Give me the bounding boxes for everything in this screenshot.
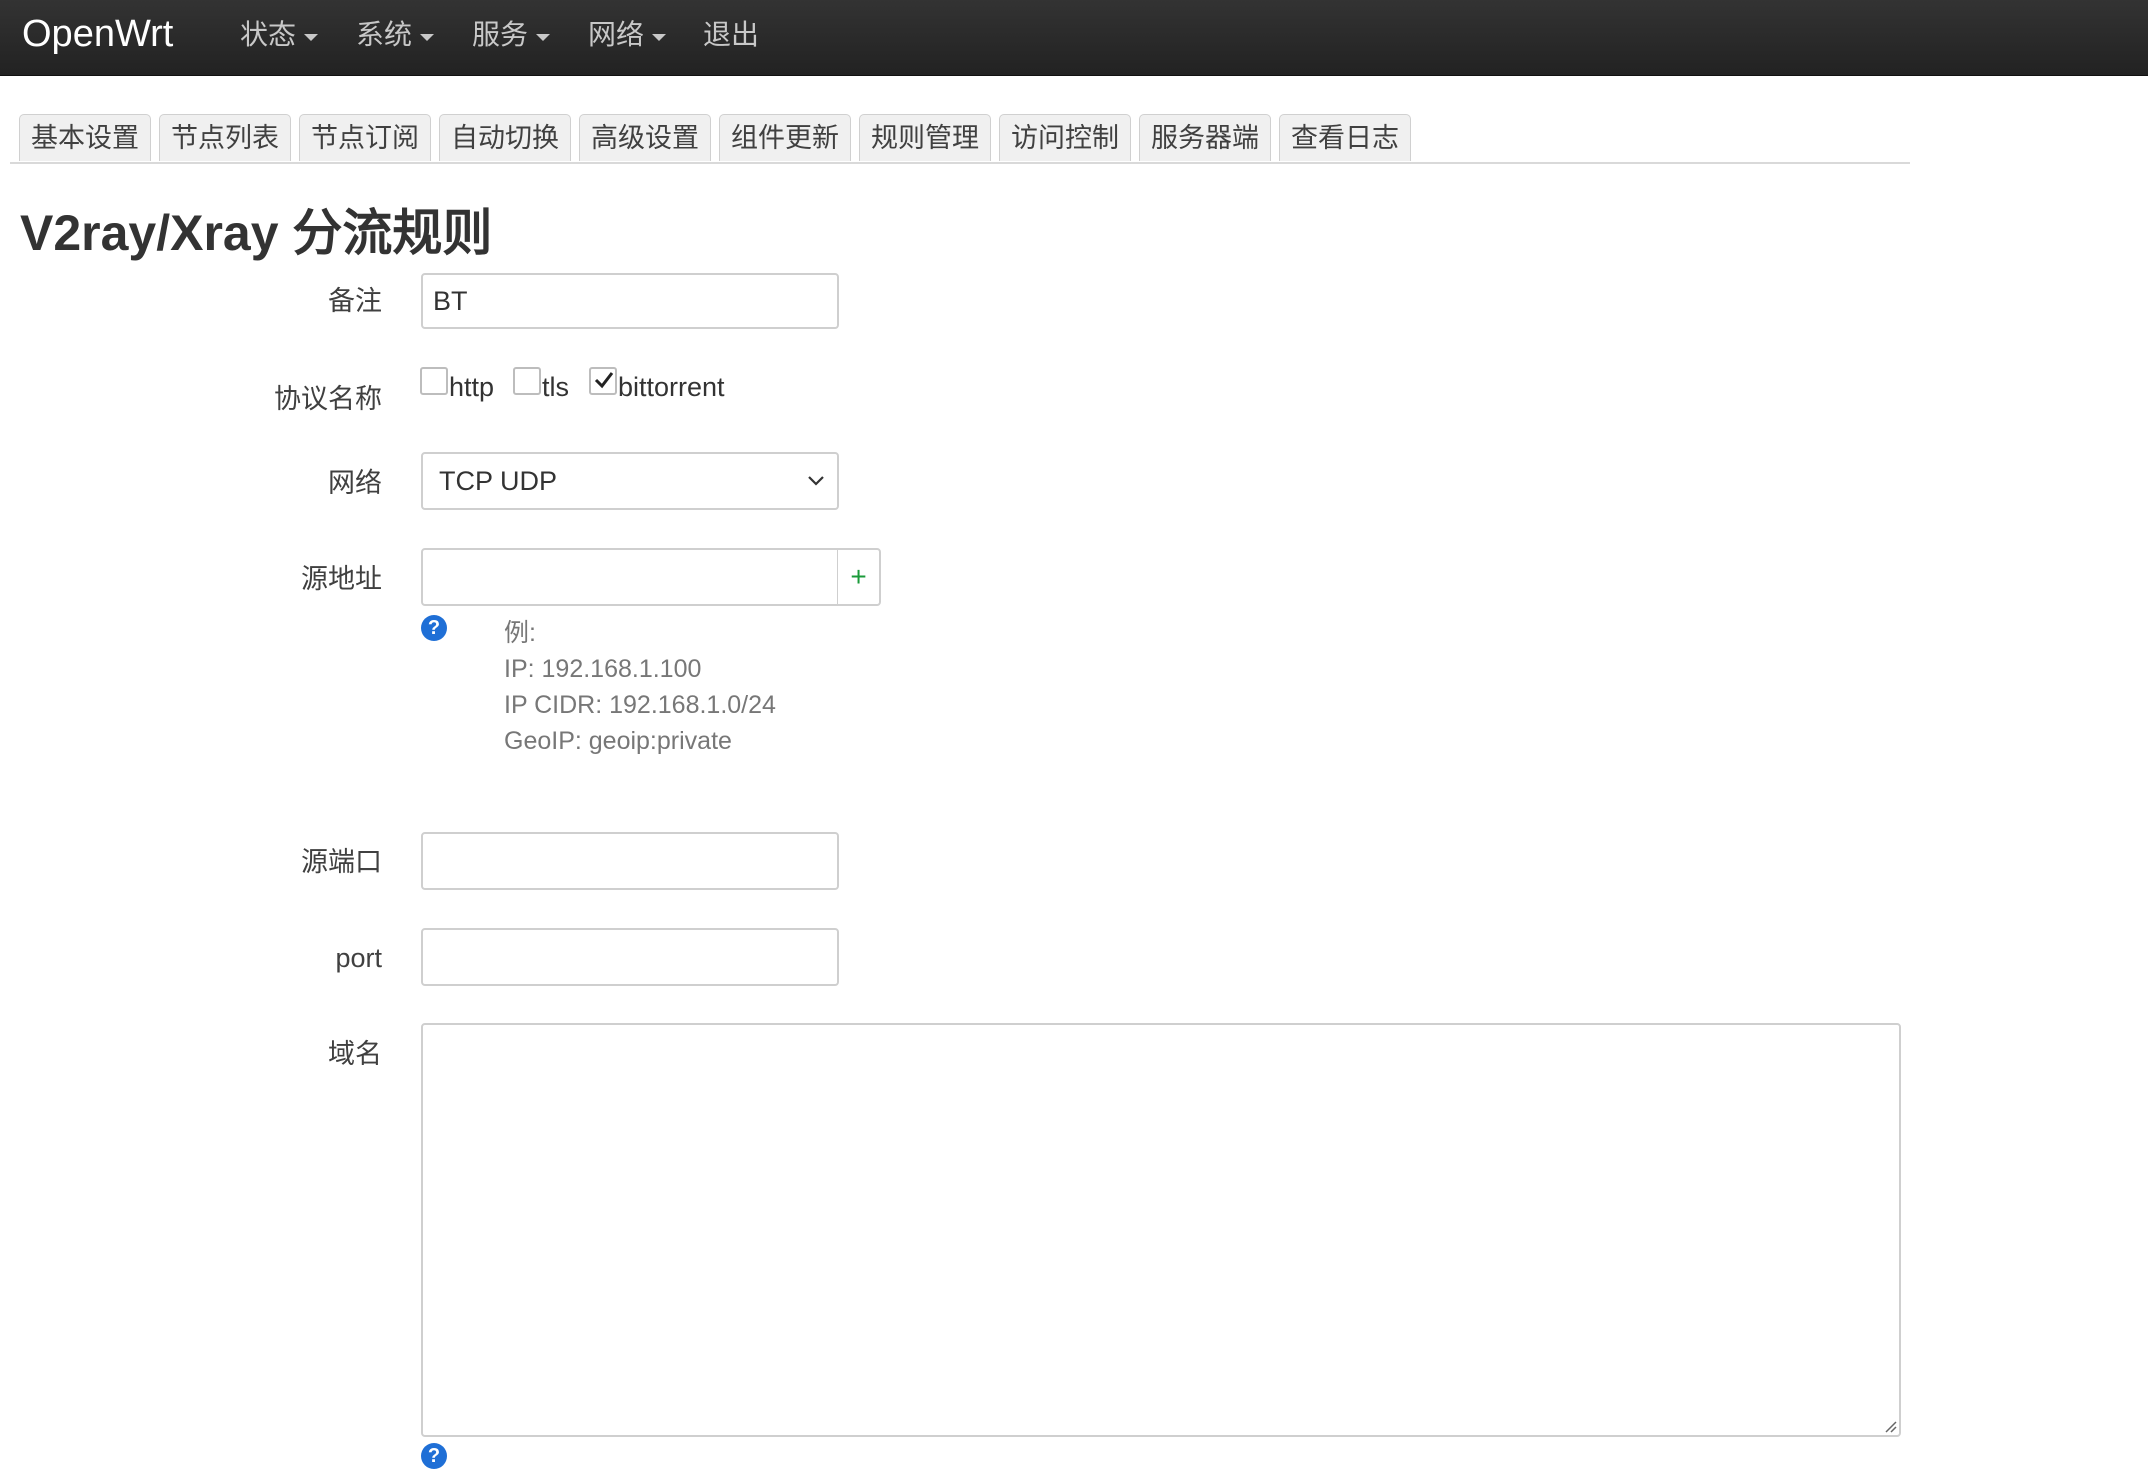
nav-menu-logout[interactable]: 退出 (703, 18, 759, 52)
tab-component-update[interactable]: 组件更新 (719, 114, 851, 161)
source-port-input[interactable] (421, 832, 839, 890)
tab-node-list[interactable]: 节点列表 (159, 114, 291, 161)
help-icon: ? (421, 1443, 447, 1469)
protocol-http-checkbox[interactable] (420, 367, 448, 395)
protocol-bittorrent-label: bittorrent (618, 372, 725, 402)
remarks-label: 备注 (328, 286, 382, 316)
nav-menu-services[interactable]: 服务 (472, 18, 551, 52)
nav-menu-label: 服务 (472, 19, 529, 50)
source-port-label: 源端口 (301, 847, 382, 877)
caret-down-icon (536, 33, 551, 41)
source-help-line: 例: (504, 619, 536, 647)
caret-down-icon (420, 33, 435, 41)
tab-view-log[interactable]: 查看日志 (1279, 114, 1411, 161)
protocol-label: 协议名称 (274, 384, 382, 414)
remarks-input[interactable]: BT (421, 273, 839, 329)
domain-label: 域名 (328, 1039, 382, 1069)
nav-menu-label: 网络 (588, 19, 645, 50)
source-address-label: 源地址 (301, 564, 382, 594)
nav-menu-status[interactable]: 状态 (240, 18, 319, 52)
tab-basic-settings[interactable]: 基本设置 (19, 114, 151, 161)
source-help-line: IP: 192.168.1.100 (504, 655, 702, 683)
tab-advanced-settings[interactable]: 高级设置 (579, 114, 711, 161)
chevron-down-icon (808, 476, 824, 486)
port-input[interactable] (421, 928, 839, 986)
source-address-input[interactable] (421, 548, 839, 606)
add-source-address-button[interactable]: + (837, 548, 881, 606)
tab-server[interactable]: 服务器端 (1139, 114, 1271, 161)
source-help-line: IP CIDR: 192.168.1.0/24 (504, 691, 776, 719)
protocol-tls-checkbox[interactable] (513, 367, 541, 395)
source-help-line: GeoIP: geoip:private (504, 727, 732, 755)
help-icon: ? (421, 615, 447, 641)
nav-menu-label: 系统 (356, 19, 413, 50)
tab-node-subscribe[interactable]: 节点订阅 (299, 114, 431, 161)
tab-auto-switch[interactable]: 自动切换 (439, 114, 571, 161)
nav-menu-network[interactable]: 网络 (588, 18, 667, 52)
tab-access-control[interactable]: 访问控制 (999, 114, 1131, 161)
resize-grip-icon[interactable] (1881, 1417, 1897, 1433)
port-label: port (335, 943, 382, 973)
nav-menu-label: 状态 (240, 19, 297, 50)
nav-menu-system[interactable]: 系统 (356, 18, 435, 52)
caret-down-icon (304, 33, 319, 41)
tab-rule-manage[interactable]: 规则管理 (859, 114, 991, 161)
network-select[interactable]: TCP UDP (421, 452, 839, 510)
top-navbar: OpenWrt 状态 系统 服务 网络 退出 (0, 0, 2148, 76)
caret-down-icon (652, 33, 667, 41)
protocol-http-label: http (449, 372, 495, 402)
protocol-bittorrent-checkbox[interactable] (589, 367, 617, 395)
network-select-value: TCP UDP (439, 466, 558, 496)
checkmark-icon (594, 372, 614, 389)
brand-logo[interactable]: OpenWrt (22, 10, 173, 58)
protocol-tls-label: tls (542, 372, 569, 402)
network-label: 网络 (328, 468, 382, 498)
nav-menu-label: 退出 (703, 19, 760, 50)
domain-textarea[interactable] (421, 1023, 1901, 1437)
page-title: V2ray/Xray 分流规则 (20, 205, 493, 261)
tab-bar: 基本设置 节点列表 节点订阅 自动切换 高级设置 组件更新 规则管理 访问控制 … (10, 114, 1910, 164)
